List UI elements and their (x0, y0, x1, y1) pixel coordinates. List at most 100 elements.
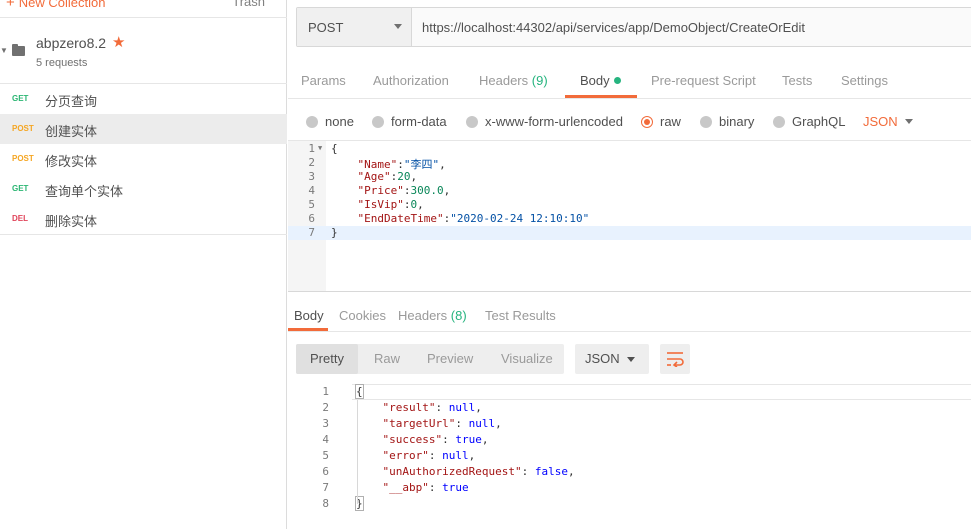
json-key: "error" (382, 449, 429, 462)
request-item-active[interactable]: POST 创建实体 (0, 114, 287, 144)
view-raw-button[interactable]: Raw (374, 351, 400, 366)
json-number: 300.0 (410, 184, 444, 197)
method-badge: GET (12, 184, 29, 193)
tab-headers[interactable]: Headers (9) (479, 73, 548, 88)
radio-icon (773, 116, 785, 128)
request-item[interactable]: POST 修改实体 (0, 144, 287, 174)
json-key: "success" (382, 433, 443, 446)
body-format-select[interactable]: JSON (863, 114, 898, 129)
brace-open: { (355, 384, 364, 399)
fold-arrow-icon[interactable]: ▼ (318, 144, 322, 152)
json-key: "EndDateTime" (357, 212, 444, 225)
radio-urlencoded[interactable]: x-www-form-urlencoded (466, 114, 623, 129)
wrap-lines-button[interactable] (660, 344, 690, 374)
radio-none[interactable]: none (306, 114, 354, 129)
folder-icon (12, 44, 25, 56)
json-key: "Age" (357, 170, 391, 183)
radio-icon (372, 116, 384, 128)
url-input[interactable]: https://localhost:44302/api/services/app… (422, 20, 805, 35)
view-mode-segmented: Pretty Raw Preview Visualize (296, 344, 564, 374)
url-bar: POST https://localhost:44302/api/service… (296, 7, 971, 47)
radio-icon (466, 116, 478, 128)
tab-params[interactable]: Params (301, 73, 346, 88)
radio-icon (306, 116, 318, 128)
json-key: "IsVip" (357, 198, 404, 211)
tab-cookies[interactable]: Cookies (339, 308, 386, 323)
code-text: "error": null, (382, 449, 476, 462)
radio-graphql[interactable]: GraphQL (773, 114, 845, 129)
tab-body[interactable]: Body (580, 73, 621, 88)
method-badge: POST (12, 124, 34, 133)
request-body-editor[interactable]: 1 ▼ { 2 "Name":"李四", 3 "Age":20, 4 "Pric… (288, 140, 971, 292)
new-collection-button[interactable]: + New Collection (6, 0, 105, 11)
star-icon[interactable]: ★ (112, 33, 125, 51)
code-line: 7 "__abp": true (288, 480, 971, 496)
radio-label: form-data (391, 114, 447, 129)
view-pretty-button[interactable]: Pretty (310, 351, 344, 366)
tab-response-headers-count: (8) (450, 308, 467, 323)
caret-down-icon[interactable]: ▼ (0, 46, 8, 55)
trash-link[interactable]: Trash (232, 0, 265, 9)
response-format-select[interactable]: JSON (575, 344, 649, 374)
line-number: 6 (322, 465, 329, 478)
tab-response-body[interactable]: Body (294, 308, 324, 323)
request-name: 查询单个实体 (45, 185, 124, 200)
json-string: "2020-02-24 12:10:10" (450, 212, 590, 225)
tab-authorization[interactable]: Authorization (373, 73, 449, 88)
radio-form-data[interactable]: form-data (372, 114, 447, 129)
new-collection-label: New Collection (18, 0, 106, 10)
sidebar: + New Collection Trash ▼ abpzero8.2 ★ 5 r… (0, 0, 287, 529)
method-badge: GET (12, 94, 29, 103)
line-number: 1 (322, 385, 329, 398)
code-text: "__abp": true (382, 481, 469, 494)
active-tab-indicator (565, 95, 637, 98)
code-line: 6 "unAuthorizedRequest": false, (288, 464, 971, 480)
code-line: 8 } (288, 496, 971, 512)
request-panel: POST https://localhost:44302/api/service… (288, 0, 971, 529)
view-visualize-button[interactable]: Visualize (501, 351, 553, 366)
method-select[interactable]: POST (297, 8, 412, 46)
request-item[interactable]: GET 分页查询 (0, 84, 287, 114)
code-line-current: 7 } (288, 226, 971, 240)
line-number: 6 (308, 212, 315, 225)
line-number: 7 (308, 226, 315, 239)
json-literal: true (455, 433, 482, 446)
code-line: 5 "IsVip":0, (288, 198, 971, 212)
code-text: } (331, 226, 338, 239)
json-literal: null (448, 401, 476, 414)
chevron-down-icon (627, 357, 635, 362)
radio-binary[interactable]: binary (700, 114, 754, 129)
response-body-viewer[interactable]: 1 { 2 "result": null, 3 "targetUrl": nul… (288, 384, 971, 514)
indent-guide (357, 400, 358, 504)
request-item[interactable]: GET 查询单个实体 (0, 174, 287, 204)
response-tabs: Body Cookies Headers (8) Test Results (288, 300, 971, 332)
view-preview-button[interactable]: Preview (427, 351, 473, 366)
method-badge: POST (12, 154, 34, 163)
tab-test-results[interactable]: Test Results (485, 308, 556, 323)
tab-tests[interactable]: Tests (782, 73, 812, 88)
request-item[interactable]: DEL 删除实体 (0, 204, 287, 234)
method-badge: DEL (12, 214, 28, 223)
tab-response-headers[interactable]: Headers (8) (398, 308, 467, 323)
json-literal: false (534, 465, 568, 478)
code-text: "Price":300.0, (357, 184, 451, 197)
line-number: 7 (322, 481, 329, 494)
json-number: 20 (397, 170, 411, 183)
chevron-down-icon[interactable] (905, 119, 913, 124)
code-line: 6 "EndDateTime":"2020-02-24 12:10:10" (288, 212, 971, 226)
response-format-value: JSON (585, 351, 620, 366)
code-line: 5 "error": null, (288, 448, 971, 464)
line-number: 3 (308, 170, 315, 183)
collection-header[interactable]: ▼ abpzero8.2 ★ 5 requests (0, 24, 287, 82)
code-text: "targetUrl": null, (382, 417, 502, 430)
tab-prerequest-script[interactable]: Pre-request Script (651, 73, 756, 88)
code-text: { (331, 142, 338, 155)
tab-settings[interactable]: Settings (841, 73, 888, 88)
line-number: 8 (322, 497, 329, 510)
body-type-options: none form-data x-www-form-urlencoded raw… (288, 108, 971, 134)
brace-open: { (331, 142, 338, 155)
code-text: "success": true, (382, 433, 489, 446)
tab-response-headers-label: Headers (398, 308, 448, 323)
radio-raw[interactable]: raw (641, 114, 681, 129)
sidebar-top-bar: + New Collection Trash (0, 0, 287, 18)
